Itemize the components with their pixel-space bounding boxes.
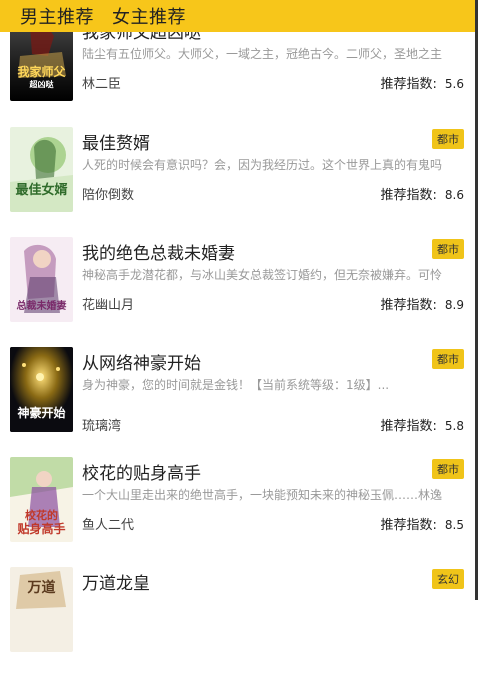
recommend-score-label: 推荐指数: <box>380 518 437 533</box>
recommend-score: 推荐指数: 5.8 <box>381 415 464 434</box>
recommend-score-value: 8.5 <box>444 518 464 532</box>
recommend-score: 推荐指数: 8.6 <box>381 184 464 203</box>
book-cover[interactable]: 总裁未婚妻 <box>10 237 73 322</box>
tab-female-recommend[interactable]: 女主推荐 <box>112 3 186 29</box>
recommend-score-value: 5.8 <box>444 419 464 433</box>
genre-badge: 都市 <box>432 129 464 149</box>
recommend-score-label: 推荐指数: <box>380 77 437 92</box>
book-title[interactable]: 我的绝色总裁未婚妻 <box>82 239 235 264</box>
book-title[interactable]: 从网络神豪开始 <box>82 349 201 374</box>
cover-title: 最佳女婿 <box>15 183 68 198</box>
book-title[interactable]: 最佳赘婿 <box>82 129 150 154</box>
cover-title: 总裁未婚妻 <box>16 301 67 312</box>
book-description: 一个大山里走出来的绝世高手，一块能预知未来的神秘玉佩……林逸是 <box>82 488 442 502</box>
book-card[interactable]: 我家师父 超凶哒 我家师父超凶哒 陆尘有五位师父。大师父，一域之主，冠绝古今。二… <box>0 16 478 126</box>
book-cover[interactable]: 万道 <box>10 567 73 652</box>
book-author: 鱼人二代 <box>82 518 135 533</box>
book-description: 身为神豪，您的时间就是金钱！【当前系统等级：1级】... <box>82 378 390 392</box>
recommend-score-label: 推荐指数: <box>380 188 437 203</box>
book-card[interactable]: 万道 玄幻 万道龙皇 <box>0 567 478 677</box>
book-description: 神秘高手龙潜花都，与冰山美女总裁签订婚约，但无奈被嫌弃。可怜 <box>82 268 442 282</box>
top-tab-bar: 男主推荐 女主推荐 <box>0 0 478 32</box>
recommend-score-value: 8.9 <box>444 298 464 312</box>
cover-title: 我家师父 <box>17 65 66 79</box>
genre-badge: 都市 <box>432 349 464 369</box>
recommend-score-value: 5.6 <box>444 77 464 91</box>
cover-subtitle: 贴身高手 <box>17 522 66 536</box>
cover-subtitle: 超凶哒 <box>29 79 54 89</box>
book-author: 花幽山月 <box>82 298 135 313</box>
book-author: 陪你倒数 <box>82 188 135 203</box>
book-card[interactable]: 校花的 贴身高手 都市 校花的贴身高手 一个大山里走出来的绝世高手，一块能预知未… <box>0 457 478 567</box>
genre-badge: 都市 <box>432 459 464 479</box>
cover-title: 神豪开始 <box>17 406 66 420</box>
book-description: 人死的时候会有意识吗？会，因为我经历过。这个世界上真的有鬼吗 <box>82 158 442 172</box>
recommend-score-label: 推荐指数: <box>380 419 437 434</box>
book-author: 琉璃湾 <box>82 419 122 434</box>
cover-title: 万道 <box>27 580 56 596</box>
book-title[interactable]: 万道龙皇 <box>82 569 150 594</box>
book-title[interactable]: 校花的贴身高手 <box>82 459 201 484</box>
book-card[interactable]: 神豪开始 都市 从网络神豪开始 身为神豪，您的时间就是金钱！【当前系统等级：1级… <box>0 347 478 457</box>
recommend-score: 推荐指数: 8.9 <box>381 294 464 313</box>
book-card[interactable]: 总裁未婚妻 都市 我的绝色总裁未婚妻 神秘高手龙潜花都，与冰山美女总裁签订婚约，… <box>0 237 478 347</box>
book-author: 林二臣 <box>82 77 122 92</box>
recommend-score: 推荐指数: 5.6 <box>381 73 464 92</box>
recommend-score-label: 推荐指数: <box>380 298 437 313</box>
tab-male-recommend[interactable]: 男主推荐 <box>20 3 94 29</box>
recommend-score: 推荐指数: 8.5 <box>381 514 464 533</box>
book-card[interactable]: 最佳女婿 都市 最佳赘婿 人死的时候会有意识吗？会，因为我经历过。这个世界上真的… <box>0 127 478 237</box>
book-cover[interactable]: 神豪开始 <box>10 347 73 432</box>
genre-badge: 玄幻 <box>432 569 464 589</box>
book-description: 陆尘有五位师父。大师父，一域之主，冠绝古今。二师父，圣地之主 <box>82 47 442 61</box>
book-cover[interactable]: 最佳女婿 <box>10 127 73 212</box>
book-cover[interactable]: 校花的 贴身高手 <box>10 457 73 542</box>
genre-badge: 都市 <box>432 239 464 259</box>
recommend-score-value: 8.6 <box>444 188 464 202</box>
